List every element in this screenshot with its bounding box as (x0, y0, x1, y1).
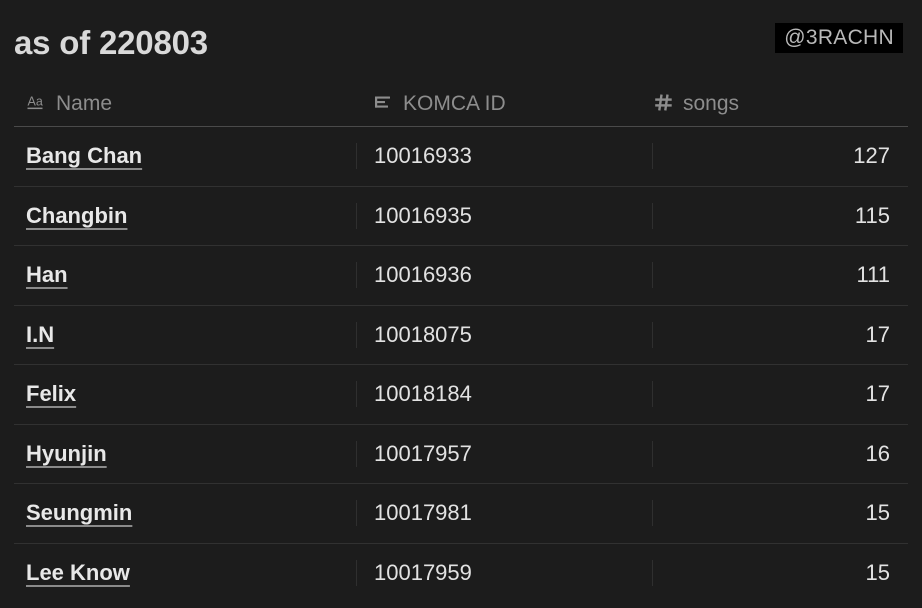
name-link[interactable]: Hyunjin (26, 441, 107, 466)
hash-number-icon (653, 92, 674, 113)
table-row[interactable]: Felix 10018184 17 (14, 365, 908, 425)
cell-songs: 17 (865, 321, 890, 347)
cell-name[interactable]: Han (14, 262, 356, 288)
table-row[interactable]: Changbin 10016935 115 (14, 187, 908, 246)
cell-komca-id: 10017959 (356, 560, 653, 587)
table-row[interactable]: Han 10016936 111 (14, 246, 908, 306)
cell-songs: 127 (853, 143, 890, 169)
cell-name[interactable]: I.N (14, 322, 356, 348)
column-header-songs[interactable]: songs (653, 91, 908, 115)
cell-songs: 15 (865, 500, 890, 526)
cell-name[interactable]: Felix (14, 381, 356, 407)
table-header-row: Aa Name KOMCA ID songs (14, 78, 908, 127)
cell-songs: 115 (854, 202, 890, 228)
table-row[interactable]: Bang Chan 10016933 127 (14, 127, 908, 187)
table-row[interactable]: Seungmin 10017981 15 (14, 484, 908, 544)
column-header-name-label: Name (56, 91, 113, 115)
column-header-komca-id[interactable]: KOMCA ID (356, 91, 653, 115)
text-lines-icon (373, 92, 394, 113)
cell-komca-id: 10018075 (356, 321, 653, 348)
text-aa-icon: Aa (26, 92, 47, 113)
name-link[interactable]: Han (26, 262, 68, 287)
name-link[interactable]: Felix (26, 381, 76, 406)
table-row[interactable]: I.N 10018075 17 (14, 306, 908, 365)
cell-komca-id: 10018184 (356, 381, 653, 408)
cell-komca-id: 10016935 (356, 202, 653, 229)
table-row[interactable]: Hyunjin 10017957 16 (14, 425, 908, 484)
cell-songs: 17 (865, 381, 890, 407)
cell-komca-id: 10016933 (356, 143, 653, 170)
cell-name[interactable]: Changbin (14, 203, 356, 229)
cell-songs: 16 (865, 440, 890, 466)
cell-name[interactable]: Hyunjin (14, 441, 356, 467)
name-link[interactable]: Bang Chan (26, 143, 142, 168)
cell-komca-id: 10017981 (356, 500, 653, 527)
cell-komca-id: 10017957 (356, 440, 653, 467)
cell-komca-id: 10016936 (356, 262, 653, 289)
cell-name[interactable]: Seungmin (14, 500, 356, 526)
page-title: as of 220803 (14, 23, 208, 61)
data-table: Aa Name KOMCA ID songs Bang Chan 1001693… (14, 78, 908, 603)
name-link[interactable]: Seungmin (26, 500, 132, 525)
svg-text:Aa: Aa (28, 94, 43, 108)
cell-songs: 111 (856, 262, 890, 288)
table-page: as of 220803 @3RACHN Aa Name KOMCA ID so… (0, 0, 922, 608)
name-link[interactable]: Lee Know (26, 560, 130, 585)
table-row[interactable]: Lee Know 10017959 15 (14, 544, 908, 604)
watermark-badge: @3RACHN (775, 23, 903, 53)
name-link[interactable]: Changbin (26, 203, 127, 228)
title-bar: as of 220803 @3RACHN (0, 0, 922, 78)
name-link[interactable]: I.N (26, 322, 54, 347)
cell-songs: 15 (865, 560, 890, 586)
cell-name[interactable]: Bang Chan (14, 143, 356, 169)
column-header-songs-label: songs (683, 91, 740, 115)
column-header-komca-id-label: KOMCA ID (403, 91, 506, 115)
cell-name[interactable]: Lee Know (14, 560, 356, 586)
column-header-name[interactable]: Aa Name (14, 91, 356, 115)
